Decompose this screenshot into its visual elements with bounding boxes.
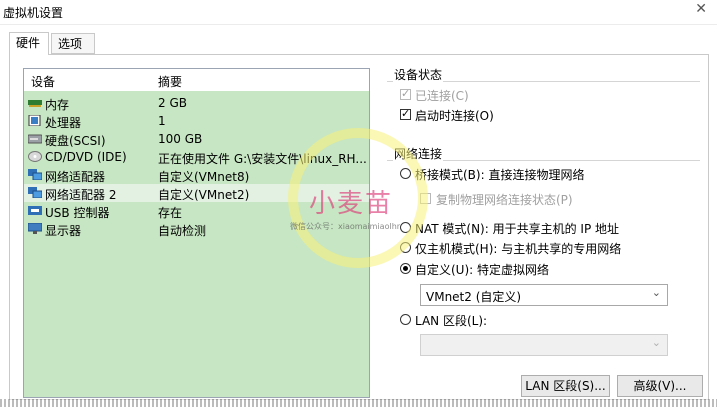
device-summary: 自动检测	[158, 224, 207, 238]
device-name: 处理器	[45, 116, 82, 130]
close-icon[interactable]: ✕	[695, 1, 707, 17]
connected-label: 已连接(C)	[415, 89, 469, 103]
device-summary: 100 GB	[158, 132, 203, 146]
tab-options[interactable]: 选项	[51, 33, 95, 54]
custom-radio[interactable]	[400, 263, 411, 274]
custom-label: 自定义(U): 特定虚拟网络	[415, 263, 550, 277]
device-name: 显示器	[45, 224, 82, 238]
connect-on-start-label: 启动时连接(O)	[415, 109, 494, 123]
device-name: USB 控制器	[45, 206, 110, 220]
chevron-down-icon: ⌄	[651, 336, 661, 349]
device-summary: 2 GB	[158, 96, 187, 110]
custom-network-select[interactable]: VMnet2 (自定义) ⌄	[420, 284, 668, 306]
nat-label: NAT 模式(N): 用于共享主机的 IP 地址	[415, 222, 620, 236]
device-summary: 1	[158, 114, 166, 128]
connected-checkbox[interactable]: ✓	[400, 87, 411, 100]
device-status-label: 设备状态	[393, 66, 444, 83]
device-summary: 自定义(VMnet8)	[158, 170, 250, 184]
torn-edge	[0, 399, 717, 407]
watermark-sub: 微信公众号：xiaomaimiaolhr	[290, 222, 401, 231]
network-icon	[28, 187, 42, 198]
column-summary[interactable]: 摘要	[158, 73, 182, 90]
device-name: 硬盘(SCSI)	[45, 134, 106, 148]
replicate-label: 复制物理网络连接状态(P)	[436, 193, 573, 207]
device-row-memory[interactable]: 内存 2 GB	[24, 94, 369, 112]
device-name: 网络适配器	[45, 170, 106, 184]
device-name: CD/DVD (IDE)	[45, 150, 127, 164]
cpu-icon	[28, 115, 41, 126]
memory-icon	[28, 100, 42, 107]
network-icon	[28, 169, 42, 180]
bridged-label: 桥接模式(B): 直接连接物理网络	[415, 168, 585, 182]
lan-segment-radio[interactable]	[400, 314, 411, 325]
watermark-main: 小麦苗	[309, 189, 394, 219]
cd-icon	[28, 151, 42, 162]
lan-segment-select[interactable]: ⌄	[420, 334, 668, 356]
monitor-icon	[28, 223, 42, 234]
device-name: 网络适配器 2	[45, 188, 117, 202]
title-bar: 虚拟机设置 ✕	[0, 0, 717, 25]
device-row-cpu[interactable]: 处理器 1	[24, 112, 369, 130]
host-only-label: 仅主机模式(H): 与主机共享的专用网络	[415, 242, 622, 256]
tab-hardware[interactable]: 硬件	[9, 32, 49, 55]
harddisk-icon	[28, 134, 42, 144]
chevron-down-icon: ⌄	[651, 286, 661, 299]
advanced-button[interactable]: 高级(V)...	[617, 375, 703, 397]
column-device[interactable]: 设备	[31, 73, 55, 90]
device-list-header: 设备 摘要	[24, 69, 369, 91]
lan-segments-button[interactable]: LAN 区段(S)...	[521, 375, 610, 397]
lan-segment-label: LAN 区段(L):	[415, 314, 488, 328]
device-name: 内存	[45, 98, 70, 112]
custom-network-value: VMnet2 (自定义)	[426, 290, 522, 304]
radio-selected-dot	[403, 266, 408, 271]
connect-on-start-checkbox[interactable]: ✓	[400, 107, 411, 120]
device-summary: 存在	[158, 206, 183, 220]
usb-icon	[28, 206, 42, 215]
window-title: 虚拟机设置	[3, 6, 64, 20]
device-summary: 自定义(VMnet2)	[158, 188, 250, 202]
